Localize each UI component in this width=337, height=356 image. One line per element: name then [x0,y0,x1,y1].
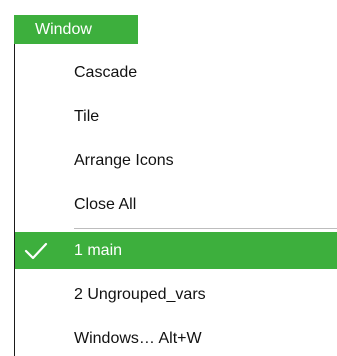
menu-separator [74,228,337,229]
menu-item-windows-list[interactable]: Windows… Alt+W [15,320,337,356]
check-icon [24,242,48,260]
menu-item-window-2-ungrouped-vars[interactable]: 2 Ungrouped_vars [15,276,337,313]
menu-item-arrange-icons[interactable]: Arrange Icons [15,142,337,179]
menu-item-window-1-main[interactable]: 1 main [15,232,337,269]
window-dropdown-menu: Cascade Tile Arrange Icons Close All 1 m… [14,44,337,356]
menu-item-tile[interactable]: Tile [15,98,337,135]
menu-item-close-all[interactable]: Close All [15,186,337,223]
menu-item-cascade[interactable]: Cascade [15,54,337,91]
menu-window[interactable]: Window [14,15,138,45]
menu-item-label: 1 main [74,242,123,259]
window-menu-screen: Window Cascade Tile Arrange Icons Close … [0,0,337,356]
